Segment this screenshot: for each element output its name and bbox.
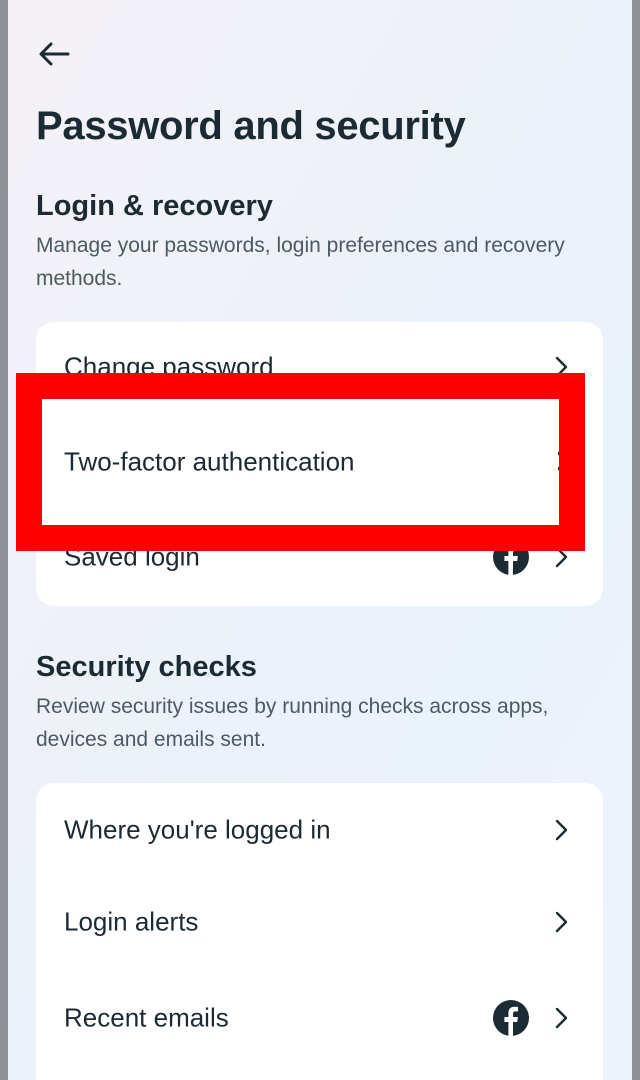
chevron-right-icon [555,1007,568,1029]
back-button[interactable] [34,34,74,74]
security-checks-card: Where you're logged in Login alerts Rece… [36,783,603,1080]
saved-login-row[interactable]: Saved login [36,512,603,602]
facebook-icon [493,1000,529,1036]
chevron-right-icon [555,911,568,933]
login-recovery-description: Manage your passwords, login preferences… [36,234,565,290]
facebook-icon [493,539,529,575]
security-checks-description: Review security issues by running checks… [36,695,549,751]
change-password-row[interactable]: Change password [36,322,603,412]
where-logged-in-label: Where you're logged in [64,814,331,845]
where-logged-in-row[interactable]: Where you're logged in [36,785,603,875]
security-checks-heading: Security checks [36,651,257,683]
chevron-right-icon [555,819,568,841]
chevron-right-icon [555,546,568,568]
saved-login-label: Saved login [64,541,200,572]
arrow-left-icon [39,42,70,66]
page-title: Password and security [36,104,466,148]
settings-panel: Password and security Login & recovery M… [8,0,632,1080]
login-alerts-label: Login alerts [64,906,199,937]
recent-emails-label: Recent emails [64,1002,229,1033]
login-alerts-row[interactable]: Login alerts [36,877,603,967]
recent-emails-row[interactable]: Recent emails [36,973,603,1063]
login-recovery-heading: Login & recovery [36,190,273,222]
chevron-right-icon [555,356,568,378]
two-factor-highlight-label[interactable]: Two-factor authentication [64,447,355,478]
change-password-label: Change password [64,351,274,382]
